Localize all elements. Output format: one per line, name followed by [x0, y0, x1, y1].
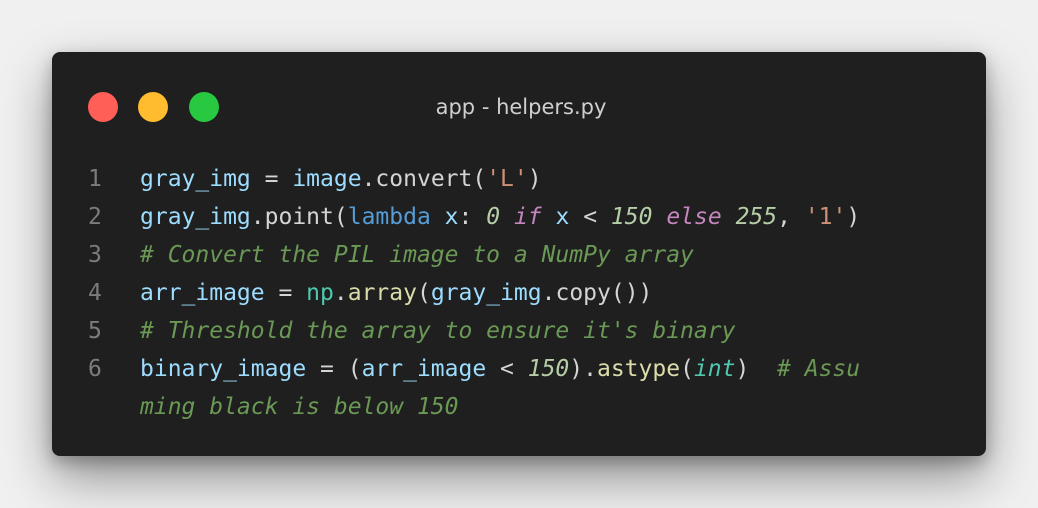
- code-text: # Convert the PIL image to a NumPy array: [140, 236, 694, 274]
- code-token: =: [264, 280, 307, 306]
- code-token: ming black is below 150: [140, 394, 459, 420]
- code-token: ): [735, 356, 778, 382]
- code-line[interactable]: 3 # Convert the PIL image to a NumPy arra…: [52, 236, 986, 274]
- code-token: arr_image: [361, 356, 487, 382]
- code-token: ): [527, 166, 542, 192]
- code-token: <: [569, 204, 611, 230]
- code-token: gray_img: [430, 280, 542, 306]
- code-token: ).: [569, 356, 597, 382]
- code-token: 150: [527, 356, 570, 382]
- code-token: astype: [596, 356, 681, 382]
- code-token: (: [680, 356, 694, 382]
- code-token: else: [666, 204, 722, 230]
- code-token: .point(: [250, 204, 348, 230]
- code-token: .convert(: [361, 166, 487, 192]
- code-token: gray_img: [140, 204, 251, 230]
- code-window: app - helpers.py 1 gray_img = image.conve…: [52, 52, 986, 456]
- code-line[interactable]: 6 binary_image = (arr_image < 150).astype…: [52, 350, 986, 388]
- window-title: app - helpers.py: [435, 95, 607, 119]
- code-token: if: [513, 204, 542, 230]
- code-line[interactable]: 2 gray_img.point(lambda x: 0 if x < 150 e…: [52, 198, 986, 236]
- line-number: 6: [88, 356, 102, 382]
- code-token: binary_image: [140, 356, 307, 382]
- line-number: 1: [88, 166, 102, 192]
- code-token: .: [333, 280, 348, 306]
- title-bar: app - helpers.py: [52, 52, 986, 160]
- code-token: # Convert the PIL image to a NumPy array: [140, 242, 694, 268]
- code-token: x: [444, 204, 459, 230]
- code-line[interactable]: 1 gray_img = image.convert('L'): [52, 160, 986, 198]
- code-text: gray_img = image.convert('L'): [140, 160, 542, 198]
- code-text: arr_image = np.array(gray_img.copy()): [140, 274, 652, 312]
- code-token: .copy()): [541, 280, 653, 306]
- code-token: 'L': [486, 166, 528, 192]
- line-number: 4: [88, 280, 102, 306]
- code-token: '1': [804, 204, 847, 230]
- code-token: # Threshold the array to ensure it's bin…: [140, 318, 736, 344]
- code-token: = (: [306, 356, 362, 382]
- code-token: =: [250, 166, 293, 192]
- code-line[interactable]: ming black is below 150: [52, 388, 986, 426]
- code-token: image: [292, 166, 362, 192]
- code-token: arr_image: [140, 280, 265, 306]
- line-number: 2: [88, 204, 102, 230]
- code-token: 255: [735, 204, 778, 230]
- code-token: gray_img: [140, 166, 251, 192]
- code-line[interactable]: 4 arr_image = np.array(gray_img.copy()): [52, 274, 986, 312]
- code-editor[interactable]: 1 gray_img = image.convert('L') 2 gray_img.…: [52, 160, 986, 426]
- code-text: # Threshold the array to ensure it's bin…: [140, 312, 735, 350]
- code-token: <: [486, 356, 528, 382]
- code-token: np: [306, 280, 334, 306]
- code-token: lambda: [347, 204, 431, 230]
- code-token: :: [458, 204, 487, 230]
- code-token: 150: [610, 204, 653, 230]
- code-token: ): [846, 204, 861, 230]
- line-number: [52, 388, 140, 426]
- line-number: 5: [88, 318, 102, 344]
- code-token: ,: [777, 204, 805, 230]
- line-number: 3: [88, 242, 102, 268]
- code-text: ming black is below 150: [140, 388, 459, 426]
- code-token: x: [555, 204, 570, 230]
- code-token: (: [416, 280, 431, 306]
- code-token: 0: [486, 204, 501, 230]
- code-token: array: [347, 280, 417, 306]
- code-text: gray_img.point(lambda x: 0 if x < 150 el…: [140, 198, 860, 236]
- code-token: # Assu: [777, 356, 861, 382]
- code-text: binary_image = (arr_image < 150).astype(…: [140, 350, 860, 388]
- code-token: int: [693, 356, 736, 382]
- code-line[interactable]: 5 # Threshold the array to ensure it's bi…: [52, 312, 986, 350]
